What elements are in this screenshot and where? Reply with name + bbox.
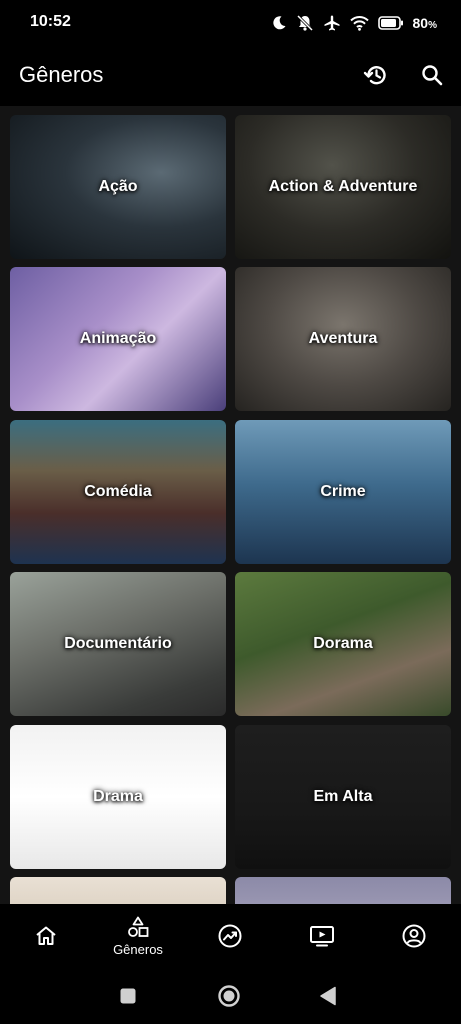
page-title: Gêneros — [19, 62, 104, 87]
search-button[interactable] — [415, 58, 449, 92]
recents-button[interactable] — [116, 984, 140, 1008]
genre-card-dorama[interactable]: Dorama — [235, 572, 451, 716]
nav-generos[interactable]: Gêneros — [92, 904, 184, 968]
search-icon — [422, 65, 443, 86]
status-time: 10:52 — [30, 13, 71, 30]
genre-label: Dorama — [313, 635, 373, 652]
genre-grid: Ação Action & Adventure Animação Aventur… — [0, 106, 461, 904]
square-icon — [120, 988, 136, 1004]
genre-label: Documentário — [64, 635, 172, 652]
circle-icon — [218, 985, 240, 1007]
nav-trending[interactable] — [184, 904, 276, 968]
nav-tv[interactable] — [276, 904, 368, 968]
airplane-icon — [324, 15, 340, 31]
back-triangle-icon — [320, 986, 336, 1006]
genre-label: Crime — [320, 483, 366, 500]
trending-icon — [218, 924, 242, 948]
app-bar: Gêneros — [0, 46, 461, 106]
genre-card-drama[interactable]: Drama — [10, 725, 226, 869]
back-button[interactable] — [316, 984, 340, 1008]
genre-label: Ação — [98, 178, 138, 195]
genre-thumbnail — [235, 877, 451, 904]
system-nav-bar — [0, 968, 461, 1024]
genre-card-partial[interactable] — [10, 877, 226, 904]
wifi-icon — [349, 16, 369, 31]
status-bar: 10:52 80% — [0, 0, 461, 46]
genre-card-crime[interactable]: Crime — [235, 420, 451, 564]
genre-card-animacao[interactable]: Animação — [10, 267, 226, 411]
home-system-button[interactable] — [217, 984, 241, 1008]
history-button[interactable] — [359, 58, 393, 92]
genre-card-partial[interactable] — [235, 877, 451, 904]
tv-icon — [310, 926, 334, 947]
shapes-icon — [128, 916, 149, 937]
profile-icon — [402, 924, 426, 948]
bottom-nav: Gêneros — [0, 904, 461, 968]
genre-card-action-adventure[interactable]: Action & Adventure — [235, 115, 451, 259]
genre-card-em-alta[interactable]: Em Alta — [235, 725, 451, 869]
moon-icon — [272, 16, 286, 30]
nav-home[interactable] — [0, 904, 92, 968]
genre-label: Drama — [93, 788, 143, 805]
home-icon — [36, 926, 56, 945]
nav-profile[interactable] — [368, 904, 460, 968]
genre-label: Action & Adventure — [268, 178, 418, 195]
battery-icon — [377, 16, 403, 30]
status-icons: 80% — [271, 12, 437, 34]
battery-percentage: 80% — [412, 15, 437, 31]
genre-card-documentario[interactable]: Documentário — [10, 572, 226, 716]
genre-card-aventura[interactable]: Aventura — [235, 267, 451, 411]
genre-card-comedia[interactable]: Comédia — [10, 420, 226, 564]
genre-label: Animação — [79, 330, 157, 347]
notifications-off-icon — [296, 14, 313, 32]
genre-thumbnail — [10, 877, 226, 904]
genre-label: Em Alta — [313, 788, 373, 805]
genre-label: Aventura — [308, 330, 378, 347]
genre-label: Comédia — [84, 483, 152, 500]
history-icon — [363, 66, 386, 85]
genre-card-acao[interactable]: Ação — [10, 115, 226, 259]
nav-generos-label: Gêneros — [113, 942, 163, 957]
